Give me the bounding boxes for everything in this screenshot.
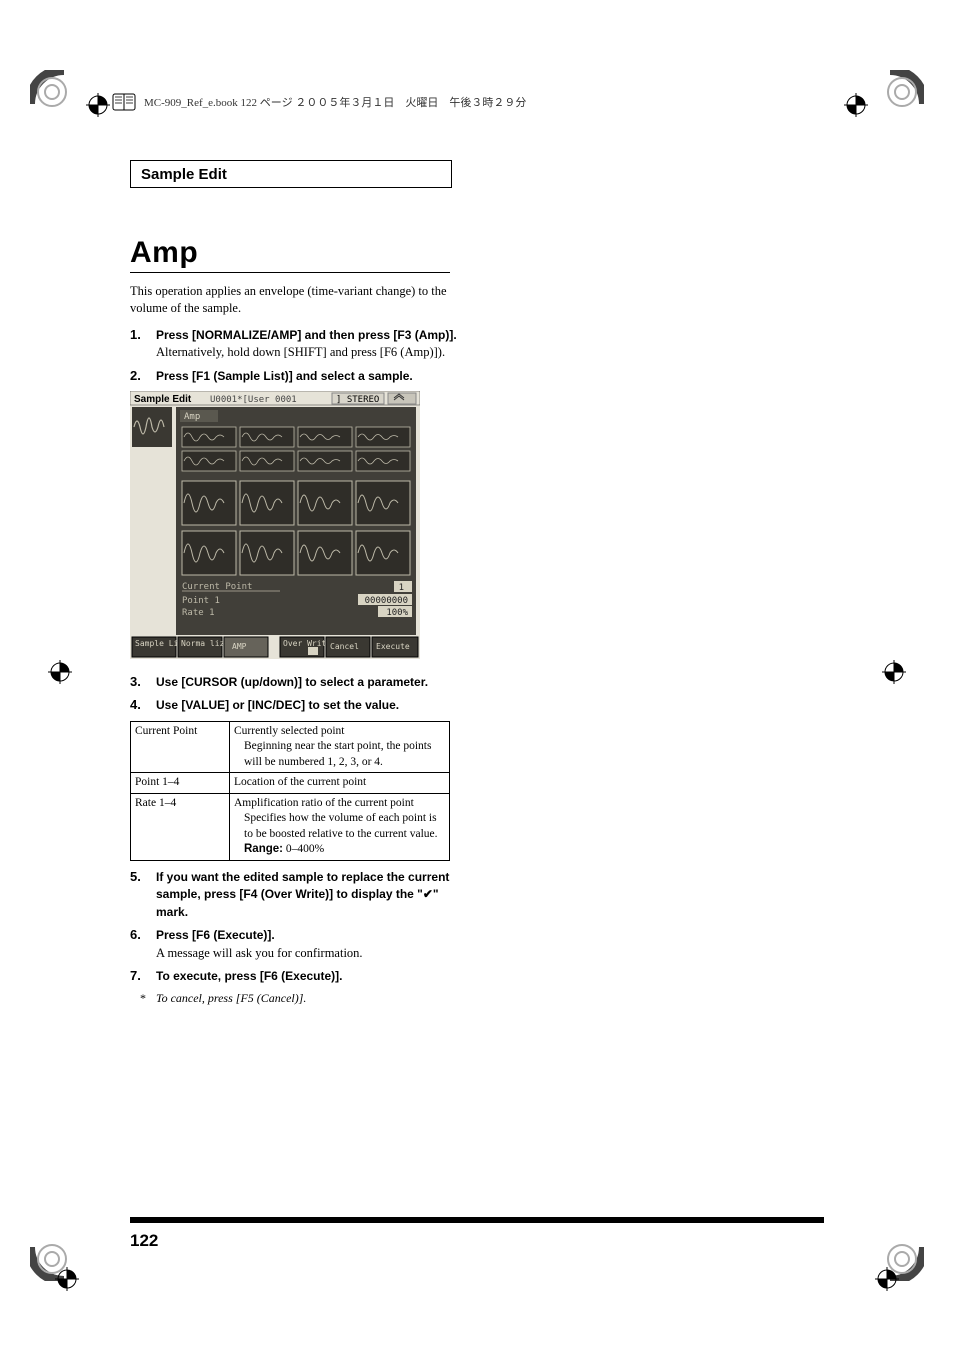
- print-header-text: MC-909_Ref_e.book 122 ページ ２００５年３月１日 火曜日 …: [144, 94, 526, 110]
- table-row: Rate 1–4 Amplification ratio of the curr…: [131, 793, 450, 860]
- step-item: 2. Press [F1 (Sample List)] and select a…: [130, 368, 470, 385]
- step-plain: A message will ask you for confirmation.: [156, 945, 470, 963]
- lcd-f6: Execute: [376, 642, 410, 651]
- table-row: Point 1–4 Location of the current point: [131, 773, 450, 794]
- lcd-sample-id: U0001*[User 0001: [210, 395, 297, 405]
- crop-mark-icon: [880, 70, 924, 114]
- page-heading: Amp: [130, 236, 830, 270]
- registration-mark-icon: [48, 660, 72, 684]
- step-item: 4. Use [VALUE] or [INC/DEC] to set the v…: [130, 697, 470, 714]
- step-item: 6. Press [F6 (Execute)]. A message will …: [130, 927, 470, 962]
- step-number: 4.: [130, 697, 156, 714]
- step-number: 6.: [130, 927, 156, 962]
- registration-mark-icon: [882, 660, 906, 684]
- intro-text: This operation applies an envelope (time…: [130, 283, 460, 317]
- page-number: 122: [130, 1231, 158, 1251]
- footnote-marker: *: [130, 991, 156, 1006]
- step-bold: Press [F1 (Sample List)] and select a sa…: [156, 368, 470, 385]
- lcd-cp-val: 1: [399, 583, 404, 593]
- lcd-cp-label: Current Point: [182, 582, 252, 592]
- heading-rule: [130, 272, 450, 273]
- crop-mark-icon: [30, 70, 74, 114]
- registration-mark-icon: [86, 93, 110, 117]
- step-item: 3. Use [CURSOR (up/down)] to select a pa…: [130, 674, 470, 691]
- step-plain: Alternatively, hold down [SHIFT] and pre…: [156, 344, 470, 362]
- param-desc: Currently selected point Beginning near …: [230, 721, 450, 773]
- table-row: Current Point Currently selected point B…: [131, 721, 450, 773]
- lcd-f3: AMP: [232, 642, 247, 651]
- step-bold: Use [CURSOR (up/down)] to select a param…: [156, 674, 470, 691]
- step-bold: To execute, press [F6 (Execute)].: [156, 968, 470, 985]
- param-name: Rate 1–4: [131, 793, 230, 860]
- step-bold: Use [VALUE] or [INC/DEC] to set the valu…: [156, 697, 470, 714]
- footer-rule: [130, 1217, 824, 1223]
- book-icon: [112, 91, 138, 113]
- param-desc: Amplification ratio of the current point…: [230, 793, 450, 860]
- step-number: 7.: [130, 968, 156, 985]
- print-header: MC-909_Ref_e.book 122 ページ ２００５年３月１日 火曜日 …: [112, 88, 842, 116]
- lcd-f4: Over Write: [283, 639, 331, 648]
- section-title-box: Sample Edit: [130, 160, 452, 188]
- step-item: 5. If you want the edited sample to repl…: [130, 869, 470, 921]
- lcd-f2: Norma lize: [181, 639, 229, 648]
- footnote-text: To cancel, press [F5 (Cancel)].: [156, 991, 306, 1006]
- lcd-p1-label: Point 1: [182, 596, 220, 606]
- parameter-table: Current Point Currently selected point B…: [130, 721, 450, 861]
- registration-mark-icon: [55, 1267, 79, 1291]
- param-name: Current Point: [131, 721, 230, 773]
- lcd-r1-val: 100%: [386, 608, 408, 618]
- step-number: 2.: [130, 368, 156, 385]
- step-number: 5.: [130, 869, 156, 921]
- step-bold: If you want the edited sample to replace…: [156, 869, 470, 921]
- registration-mark-icon: [875, 1267, 899, 1291]
- lcd-p1-val: 00000000: [365, 596, 408, 606]
- step-bold: Press [NORMALIZE/AMP] and then press [F3…: [156, 327, 470, 344]
- lcd-f5: Cancel: [330, 642, 359, 651]
- step-bold: Press [F6 (Execute)].: [156, 927, 470, 944]
- lcd-stereo: ] STEREO: [336, 395, 379, 405]
- lcd-r1-label: Rate 1: [182, 608, 215, 618]
- step-number: 1.: [130, 327, 156, 362]
- section-title: Sample Edit: [141, 166, 227, 183]
- step-item: 1. Press [NORMALIZE/AMP] and then press …: [130, 327, 470, 362]
- registration-mark-icon: [844, 93, 868, 117]
- param-desc: Location of the current point: [230, 773, 450, 794]
- lcd-panel-title: Amp: [184, 412, 200, 422]
- lcd-title: Sample Edit: [134, 394, 192, 405]
- param-name: Point 1–4: [131, 773, 230, 794]
- footnote: * To cancel, press [F5 (Cancel)].: [130, 991, 470, 1006]
- step-number: 3.: [130, 674, 156, 691]
- step-item: 7. To execute, press [F6 (Execute)].: [130, 968, 470, 985]
- lcd-screenshot: Sample Edit U0001*[User 0001 ] STEREO Am…: [130, 391, 830, 664]
